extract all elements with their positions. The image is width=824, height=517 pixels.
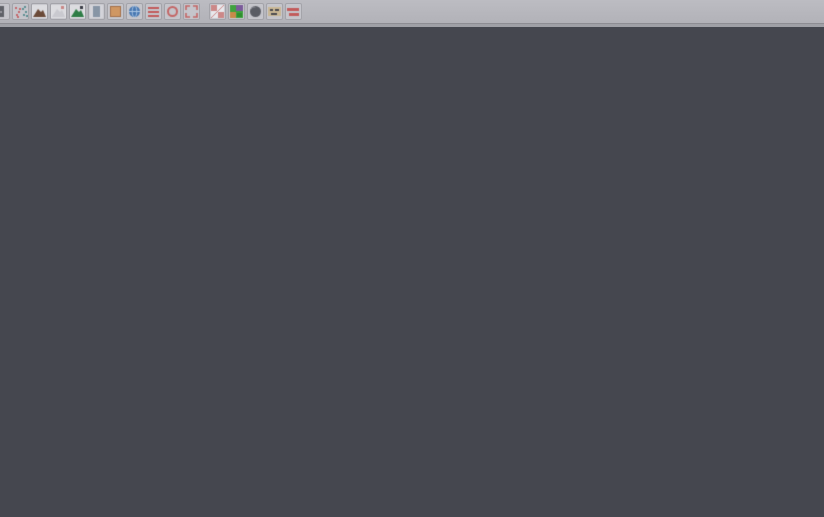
toolbar-button-clipped-edge[interactable]: [0, 3, 10, 20]
toolbar: [0, 0, 824, 24]
dem-hill-icon: [70, 4, 85, 19]
point-pair-icon: [13, 4, 28, 19]
red-bars-icon: [286, 4, 301, 19]
mesh-surface-icon: [51, 4, 66, 19]
application-window: [0, 0, 824, 517]
orthophoto-icon: [108, 4, 123, 19]
checker-overlay-icon: [210, 4, 225, 19]
ring-icon: [165, 4, 180, 19]
toolbar-button-notes[interactable]: [266, 3, 283, 20]
classified-map-icon: [229, 4, 244, 19]
toolbar-button-red-bars[interactable]: [285, 3, 302, 20]
toolbar-button-ring[interactable]: [164, 3, 181, 20]
notes-icon: [267, 4, 282, 19]
toolbar-button-dem-hill[interactable]: [69, 3, 86, 20]
clipped-edge-icon: [0, 4, 9, 19]
toolbar-button-point-pair[interactable]: [12, 3, 29, 20]
dark-sphere-icon: [248, 4, 263, 19]
toolbar-button-checker-overlay[interactable]: [209, 3, 226, 20]
toolbar-button-terrain-hill[interactable]: [31, 3, 48, 20]
globe-icon: [127, 4, 142, 19]
toolbar-button-region-select[interactable]: [183, 3, 200, 20]
region-select-icon: [184, 4, 199, 19]
3d-viewport[interactable]: [0, 0, 824, 517]
toolbar-button-rows[interactable]: [145, 3, 162, 20]
toolbar-button-side-panel[interactable]: [88, 3, 105, 20]
terrain-hill-icon: [32, 4, 47, 19]
toolbar-button-classified-map[interactable]: [228, 3, 245, 20]
rows-icon: [146, 4, 161, 19]
side-panel-icon: [89, 4, 104, 19]
toolbar-button-dark-sphere[interactable]: [247, 3, 264, 20]
toolbar-separator: [200, 11, 207, 12]
toolbar-button-orthophoto[interactable]: [107, 3, 124, 20]
toolbar-button-globe[interactable]: [126, 3, 143, 20]
toolbar-button-mesh-surface[interactable]: [50, 3, 67, 20]
